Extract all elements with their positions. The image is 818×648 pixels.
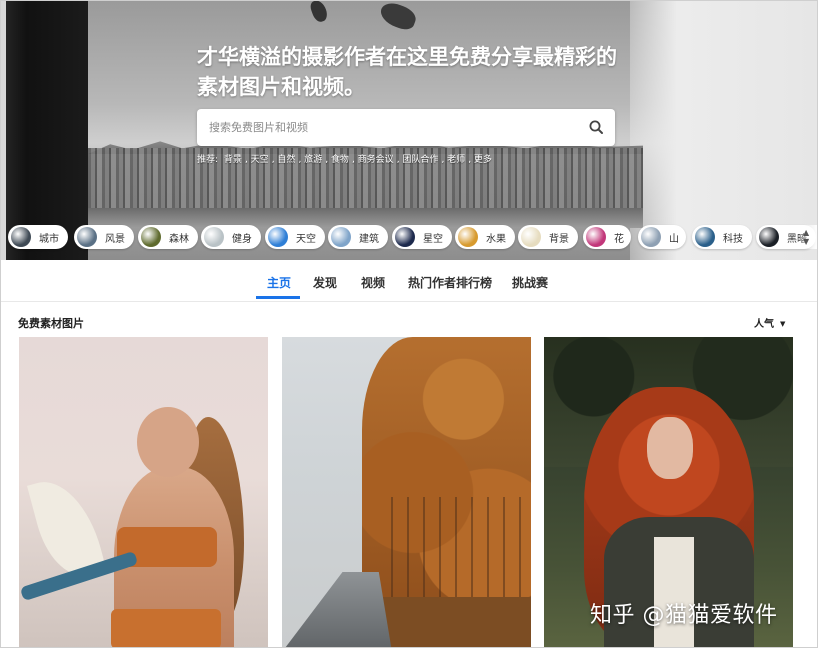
- sort-dropdown[interactable]: 人气 ▼: [754, 315, 785, 330]
- category-chip-label: 建筑: [359, 233, 379, 245]
- category-chip-label: 城市: [39, 233, 59, 245]
- category-thumb: [458, 227, 478, 247]
- category-chip-starry-sky[interactable]: 星空: [392, 225, 452, 249]
- category-thumb: [204, 227, 224, 247]
- search-input[interactable]: [197, 109, 577, 146]
- category-chip-label: 背景: [549, 233, 569, 245]
- hero-title: 才华横溢的摄影作者在这里免费分享最精彩的素材图片和视频。: [197, 45, 617, 99]
- category-thumb: [521, 227, 541, 247]
- suggestion-link[interactable]: 背景: [224, 155, 242, 165]
- hero-photo-paper-edge: [630, 0, 818, 260]
- category-chip-flower[interactable]: 花: [583, 225, 631, 249]
- section-title: 免费素材图片: [18, 317, 84, 330]
- suggestion-link[interactable]: 老师: [447, 155, 465, 165]
- category-thumb: [759, 227, 779, 247]
- category-thumb: [331, 227, 351, 247]
- category-thumb: [77, 227, 97, 247]
- category-thumb: [141, 227, 161, 247]
- category-chip-bar: 城市 风景 森林 健身 天空 建筑 星空 水果 背景 花 山 科技 黑暗: [8, 225, 818, 249]
- suggestion-link[interactable]: 天空: [251, 155, 269, 165]
- category-chip-background[interactable]: 背景: [518, 225, 578, 249]
- suggestion-link[interactable]: 团队合作: [402, 155, 438, 165]
- category-thumb: [395, 227, 415, 247]
- hero-photo-dark-frame: [0, 0, 88, 260]
- category-chip-label: 天空: [296, 233, 316, 245]
- category-chip-forest[interactable]: 森林: [138, 225, 198, 249]
- category-chip-label: 花: [614, 233, 624, 245]
- active-tab-indicator: [256, 296, 300, 299]
- photo-subject-head: [137, 407, 199, 477]
- category-chip-label: 森林: [169, 233, 189, 245]
- tab-home[interactable]: 主页: [267, 274, 291, 291]
- hero-banner: 才华横溢的摄影作者在这里免费分享最精彩的素材图片和视频。 推荐: 背景, 天空,…: [0, 0, 818, 260]
- photo-card[interactable]: [19, 337, 268, 648]
- category-thumb: [641, 227, 661, 247]
- suggestion-link[interactable]: 自然: [277, 155, 295, 165]
- category-chip-sky[interactable]: 天空: [265, 225, 325, 249]
- photo-subject-shirt: [654, 537, 694, 648]
- caret-down-icon: ▼: [780, 320, 786, 328]
- tab-challenges[interactable]: 挑战赛: [512, 274, 548, 291]
- category-thumb: [695, 227, 715, 247]
- category-chip-tech[interactable]: 科技: [692, 225, 752, 249]
- tab-discover[interactable]: 发现: [313, 274, 337, 291]
- search-box[interactable]: [197, 109, 615, 146]
- photo-subject-face: [647, 417, 693, 479]
- suggestions-prefix: 推荐:: [197, 155, 219, 165]
- search-icon[interactable]: [588, 119, 605, 136]
- category-chip-architecture[interactable]: 建筑: [328, 225, 388, 249]
- hero-photo-edge: [0, 0, 6, 260]
- category-chip-label: 水果: [486, 233, 506, 245]
- tab-videos[interactable]: 视频: [361, 274, 385, 291]
- search-suggestions: 推荐: 背景, 天空, 自然, 旅游, 食物, 商务会议, 团队合作, 老师, …: [197, 155, 492, 165]
- main-nav: 主页 发现 视频 热门作者排行榜 挑战赛: [0, 262, 818, 302]
- category-chip-label: 星空: [423, 233, 443, 245]
- category-thumb: [11, 227, 31, 247]
- hero-photo-bird: [308, 0, 330, 24]
- suggestion-link[interactable]: 旅游: [304, 155, 322, 165]
- suggestion-link[interactable]: 食物: [331, 155, 349, 165]
- category-chip-landscape[interactable]: 风景: [74, 225, 134, 249]
- category-chip-label: 健身: [232, 233, 252, 245]
- watermark: 知乎 @猫猫爱软件: [590, 603, 778, 628]
- chip-scroll-icon[interactable]: ▲ ▼: [803, 228, 809, 246]
- photo-road: [282, 572, 392, 648]
- category-chip-label: 科技: [723, 233, 743, 245]
- hero-photo-bird: [377, 0, 419, 33]
- tab-leaderboard[interactable]: 热门作者排行榜: [408, 274, 492, 291]
- category-chip-fitness[interactable]: 健身: [201, 225, 261, 249]
- category-thumb: [268, 227, 288, 247]
- category-chip-city[interactable]: 城市: [8, 225, 68, 249]
- suggestion-more-link[interactable]: 更多: [474, 155, 492, 165]
- photo-card[interactable]: [282, 337, 531, 648]
- suggestion-link[interactable]: 商务会议: [358, 155, 394, 165]
- category-chip-fruit[interactable]: 水果: [455, 225, 515, 249]
- category-chip-label: 山: [669, 233, 679, 245]
- category-thumb: [586, 227, 606, 247]
- category-chip-label: 风景: [105, 233, 125, 245]
- photo-subject-bottom: [111, 609, 221, 648]
- category-chip-mountain[interactable]: 山: [638, 225, 686, 249]
- sort-label: 人气: [754, 319, 774, 330]
